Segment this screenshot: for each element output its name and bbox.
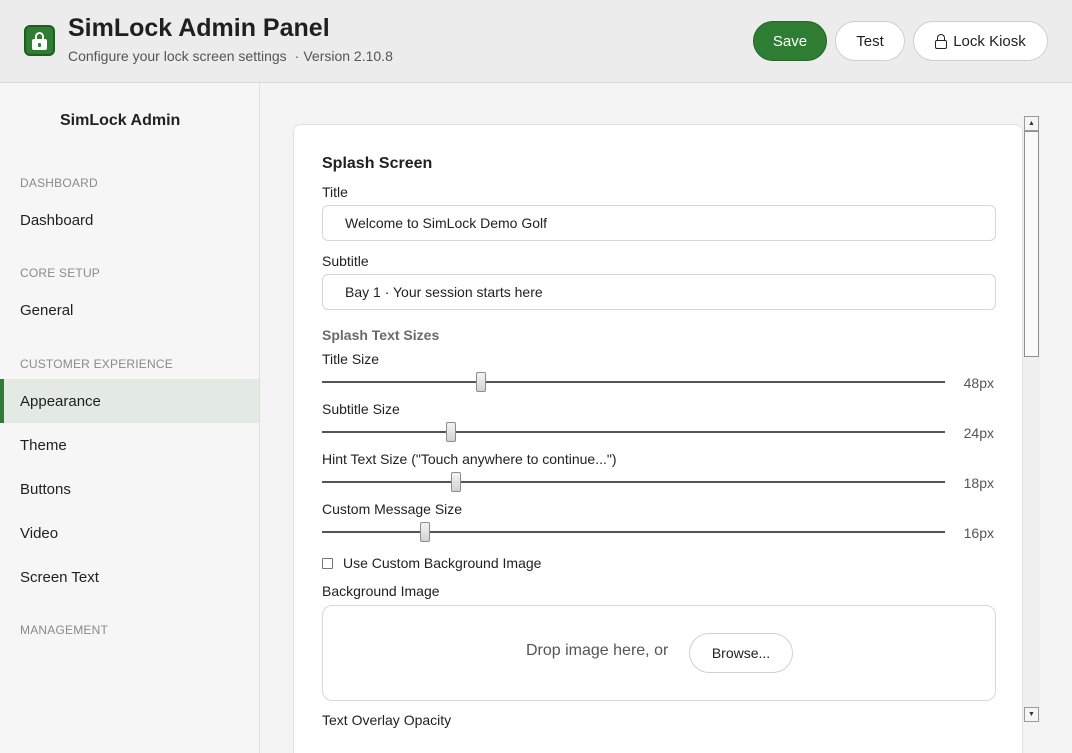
sidebar-item-dashboard[interactable]: Dashboard — [0, 198, 259, 242]
message-size-label: Custom Message Size — [322, 501, 463, 517]
panel-title: Splash Screen — [322, 155, 433, 172]
browse-button[interactable]: Browse... — [689, 633, 793, 673]
lock-screen-icon — [24, 25, 55, 56]
slider-thumb[interactable] — [450, 472, 461, 492]
slider-thumb[interactable] — [475, 372, 486, 392]
sidebar-brand: SimLock Admin — [60, 112, 181, 129]
title-size-slider[interactable] — [322, 372, 945, 392]
subtitle-separator: · — [294, 48, 300, 64]
sidebar-item-appearance[interactable]: Appearance — [0, 379, 259, 423]
background-image-label: Background Image — [322, 583, 440, 599]
sidebar-section-customer-experience: CUSTOMER EXPERIENCE — [20, 357, 173, 371]
sidebar: SimLock Admin DASHBOARD Dashboard CORE S… — [0, 83, 260, 753]
title-size-value: 48px — [963, 375, 994, 391]
main-scrollbar[interactable]: ▲ ▼ — [1023, 116, 1040, 722]
sidebar-item-general[interactable]: General — [0, 288, 259, 332]
app-header: SimLock Admin Panel Configure your lock … — [0, 0, 1072, 83]
sidebar-item-screen-text[interactable]: Screen Text — [0, 555, 259, 599]
custom-background-label: Use Custom Background Image — [343, 555, 542, 571]
subtitle-text: Configure your lock screen settings — [68, 48, 287, 64]
slider-thumb[interactable] — [419, 522, 430, 542]
app-title: SimLock Admin Panel — [68, 14, 330, 42]
text-overlay-opacity-label: Text Overlay Opacity — [322, 712, 452, 728]
splash-screen-panel: Splash Screen Title Subtitle Splash Text… — [293, 124, 1023, 753]
message-size-slider[interactable] — [322, 522, 945, 542]
subtitle-size-label: Subtitle Size — [322, 401, 400, 417]
message-size-value: 16px — [963, 525, 994, 541]
save-button[interactable]: Save — [753, 21, 827, 61]
hint-size-slider[interactable] — [322, 472, 945, 492]
subtitle-input[interactable] — [322, 274, 996, 310]
subtitle-size-value: 24px — [963, 425, 994, 441]
scrollbar-thumb[interactable] — [1024, 131, 1039, 357]
title-input[interactable] — [322, 205, 996, 241]
padlock-icon — [935, 33, 948, 49]
sidebar-item-theme[interactable]: Theme — [0, 423, 259, 467]
title-size-label: Title Size — [322, 351, 380, 367]
dropzone-text: Drop image here, or — [526, 642, 669, 659]
sidebar-item-video[interactable]: Video — [0, 511, 259, 555]
main-content: Splash Screen Title Subtitle Splash Text… — [260, 83, 1072, 753]
subtitle-size-slider[interactable] — [322, 422, 945, 442]
sidebar-section-core-setup: CORE SETUP — [20, 266, 101, 280]
scroll-down-arrow-icon[interactable]: ▼ — [1024, 707, 1039, 722]
image-dropzone[interactable]: Drop image here, or Browse... — [322, 605, 996, 701]
test-button[interactable]: Test — [835, 21, 905, 61]
custom-background-checkbox[interactable] — [322, 558, 333, 569]
hint-size-label: Hint Text Size ("Touch anywhere to conti… — [322, 451, 617, 467]
title-field-label: Title — [322, 184, 348, 200]
sidebar-section-dashboard: DASHBOARD — [20, 176, 98, 190]
slider-thumb[interactable] — [445, 422, 456, 442]
version-label: Version 2.10.8 — [303, 48, 393, 64]
subtitle-field-label: Subtitle — [322, 253, 369, 269]
scroll-up-arrow-icon[interactable]: ▲ — [1024, 116, 1039, 131]
sidebar-section-management: MANAGEMENT — [20, 623, 109, 637]
lock-kiosk-button[interactable]: Lock Kiosk — [913, 21, 1048, 61]
app-subtitle: Configure your lock screen settings · Vers… — [68, 48, 393, 64]
lock-kiosk-label: Lock Kiosk — [953, 32, 1026, 50]
hint-size-value: 18px — [963, 475, 994, 491]
sidebar-item-buttons[interactable]: Buttons — [0, 467, 259, 511]
text-sizes-heading: Splash Text Sizes — [322, 327, 440, 343]
